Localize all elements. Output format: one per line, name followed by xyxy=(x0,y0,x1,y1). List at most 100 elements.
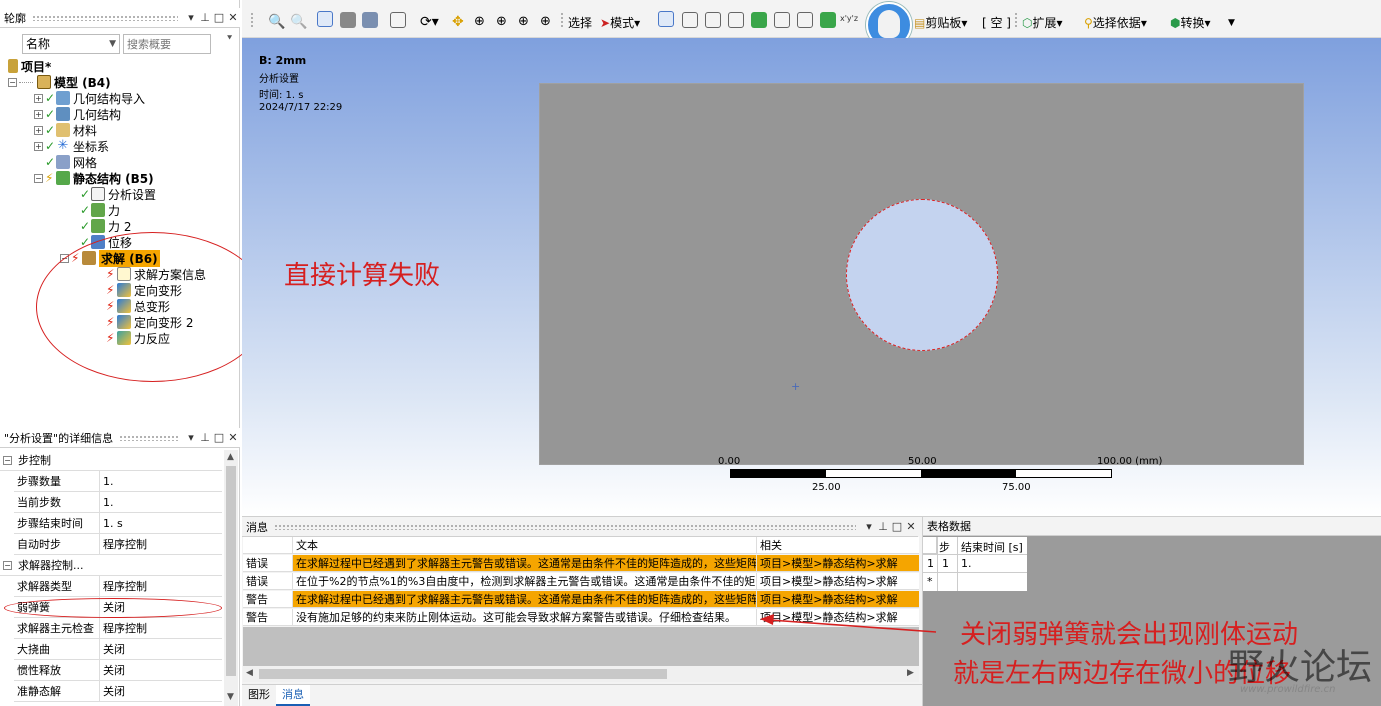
coordinate-xyz-icon[interactable]: x'y'z xyxy=(840,14,858,23)
scroll-left-icon[interactable]: ◀ xyxy=(246,668,253,678)
box-zoom-icon[interactable] xyxy=(390,12,406,28)
toolbar-grip xyxy=(560,12,564,28)
detail-row[interactable]: 大挠曲 关闭 xyxy=(14,639,222,660)
outline-title: 轮廓 xyxy=(4,11,26,25)
zoom-box-icon[interactable]: ⊕ xyxy=(496,14,507,29)
scroll-up-icon[interactable]: ▲ xyxy=(227,452,234,462)
expand-icon[interactable]: + xyxy=(34,109,43,119)
row-end-time[interactable]: 1. xyxy=(961,557,972,570)
tree-item-model[interactable]: − 模型 (B4) xyxy=(8,74,111,90)
zoom-icon[interactable]: ⊕ xyxy=(474,14,485,29)
detail-row[interactable]: 当前步数 1. xyxy=(14,492,222,513)
empty-selection[interactable]: [ 空 ] xyxy=(982,14,1011,31)
expand-icon[interactable]: + xyxy=(34,125,43,135)
node-select-icon[interactable] xyxy=(774,12,790,28)
tree-item-geometry[interactable]: + ✓ 几何结构 xyxy=(34,106,121,122)
tree-item-project[interactable]: 项目* xyxy=(8,58,51,74)
section-solver-controls[interactable]: − 求解器控制... xyxy=(0,555,222,576)
element-select-icon[interactable] xyxy=(797,12,813,28)
toolbar-overflow-icon[interactable]: ▼ xyxy=(1228,18,1235,28)
message-row[interactable]: 错误 在位于%2的节点%1的%3自由度中，检测到求解器主元警告或错误。这通常是由… xyxy=(243,573,919,590)
zoom-fit-icon[interactable]: ⊕ xyxy=(518,14,529,29)
collapse-icon[interactable]: − xyxy=(3,455,12,465)
dropdown-icon[interactable]: ▾ xyxy=(184,11,198,24)
maximize-icon[interactable]: □ xyxy=(890,520,904,533)
wireframe-icon[interactable] xyxy=(340,12,356,28)
pan-icon[interactable]: ✥ xyxy=(452,14,464,30)
table-data-title: 表格数据 xyxy=(927,520,971,533)
mode-dropdown[interactable]: ➤模式▾ xyxy=(600,14,640,31)
magnifier-icon[interactable]: ⊕ xyxy=(540,14,551,29)
messages-hscrollbar[interactable]: ◀ ▶ xyxy=(243,666,919,682)
scale-label: 0.00 xyxy=(718,456,741,467)
tree-item-materials[interactable]: + ✓ 材料 xyxy=(34,122,97,138)
element-face-icon[interactable] xyxy=(820,12,836,28)
pin-icon[interactable]: ⊥ xyxy=(198,11,212,24)
select-by-dropdown[interactable]: ⚲选择依据▾ xyxy=(1084,14,1147,31)
zoom-in-icon[interactable]: 🔍 xyxy=(268,14,285,30)
detail-row[interactable]: 步骤数量 1. xyxy=(14,471,222,492)
solid-view-icon[interactable] xyxy=(317,11,333,27)
zoom-out-icon[interactable]: 🔍 xyxy=(290,14,307,30)
expand-more-icon[interactable]: ⯆ xyxy=(226,34,233,44)
detail-row[interactable]: 步骤结束时间 1. s xyxy=(14,513,222,534)
vertex-select-icon[interactable] xyxy=(682,12,698,28)
scale-label: 25.00 xyxy=(812,482,841,493)
tree-item-static-structural[interactable]: − ⚡ 静态结构 (B5) xyxy=(34,170,154,186)
detail-row[interactable]: 自动时步 程序控制 xyxy=(14,534,222,555)
convert-dropdown[interactable]: ⬢转换▾ xyxy=(1170,14,1211,31)
expand-icon[interactable]: + xyxy=(34,93,43,103)
select-mode-icon[interactable] xyxy=(658,11,674,27)
close-icon[interactable]: ✕ xyxy=(226,11,240,24)
body-select-icon[interactable] xyxy=(751,12,767,28)
detail-row[interactable]: 求解器主元检查 程序控制 xyxy=(14,618,222,639)
viewport-title: B: 2mm xyxy=(259,54,307,67)
pin-icon[interactable]: ⊥ xyxy=(198,431,212,444)
message-row[interactable]: 错误 在求解过程中已经遇到了求解器主元警告或错误。这通常是由条件不佳的矩阵造成的… xyxy=(243,555,919,572)
collapse-icon[interactable]: − xyxy=(8,77,17,87)
col-related[interactable]: 相关 xyxy=(757,537,919,553)
name-filter-select[interactable]: 名称 ▼ xyxy=(22,34,120,54)
expand-icon[interactable]: + xyxy=(34,141,43,151)
messages-title: 消息 xyxy=(246,520,268,534)
select-label[interactable]: 选择 xyxy=(568,14,592,31)
scroll-thumb[interactable] xyxy=(259,669,667,679)
col-text[interactable]: 文本 xyxy=(293,537,757,553)
scroll-thumb[interactable] xyxy=(226,466,236,676)
scale-label: 100.00 (mm) xyxy=(1097,456,1163,467)
tree-item-force[interactable]: ✓ 力 xyxy=(80,202,120,218)
rotate-icon[interactable]: ⟳▾ xyxy=(420,14,439,30)
outline-search-input[interactable] xyxy=(123,34,211,54)
tree-item-mesh[interactable]: ✓ 网格 xyxy=(45,154,97,170)
plate-geometry[interactable]: + xyxy=(539,83,1304,465)
table-data-grid[interactable]: 步 结束时间 [s] 1 1 1. * xyxy=(923,537,1027,591)
detail-row[interactable]: 求解器类型 程序控制 xyxy=(14,576,222,597)
section-step-controls[interactable]: − 步控制 xyxy=(0,450,222,471)
tree-item-force-2[interactable]: ✓ 力 2 xyxy=(80,218,131,234)
tree-item-analysis-settings[interactable]: ✓ 分析设置 xyxy=(80,186,156,202)
scroll-right-icon[interactable]: ▶ xyxy=(907,668,914,678)
maximize-icon[interactable]: □ xyxy=(212,11,226,24)
extend-dropdown[interactable]: ⬡扩展▾ xyxy=(1022,14,1063,31)
close-icon[interactable]: ✕ xyxy=(904,520,918,533)
tab-messages[interactable]: 消息 xyxy=(276,685,310,706)
pin-icon[interactable]: ⊥ xyxy=(876,520,890,533)
edges-icon[interactable] xyxy=(362,12,378,28)
dropdown-icon[interactable]: ▾ xyxy=(184,431,198,444)
details-scrollbar[interactable]: ▲ ▼ xyxy=(224,450,238,706)
edge-select-icon[interactable] xyxy=(705,12,721,28)
detail-row[interactable]: 准静态解 关闭 xyxy=(14,681,222,702)
detail-row[interactable]: 惯性释放 关闭 xyxy=(14,660,222,681)
clipboard-dropdown[interactable]: ▤剪贴板▾ xyxy=(914,14,967,31)
collapse-icon[interactable]: − xyxy=(34,173,43,183)
tree-item-coordinate-systems[interactable]: + ✓ ✳ 坐标系 xyxy=(34,138,109,154)
scroll-down-icon[interactable]: ▼ xyxy=(227,692,234,702)
tree-item-geometry-import[interactable]: + ✓ 几何结构导入 xyxy=(34,90,145,106)
tab-graph[interactable]: 图形 xyxy=(242,685,276,706)
face-select-icon[interactable] xyxy=(728,12,744,28)
collapse-icon[interactable]: − xyxy=(3,560,12,570)
dropdown-icon[interactable]: ▾ xyxy=(862,520,876,533)
maximize-icon[interactable]: □ xyxy=(212,431,226,444)
message-row[interactable]: 警告 在求解过程中已经遇到了求解器主元警告或错误。这通常是由条件不佳的矩阵造成的… xyxy=(243,591,919,608)
close-icon[interactable]: ✕ xyxy=(226,431,240,444)
